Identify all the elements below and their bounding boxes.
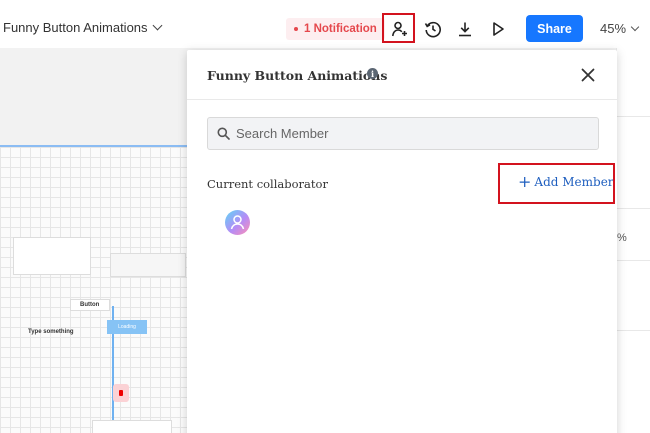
collaborator-panel: Funny Button Animations i Current collab… xyxy=(187,50,617,433)
divider xyxy=(617,260,650,261)
info-icon[interactable]: i xyxy=(367,68,378,79)
properties-strip: % xyxy=(616,48,650,433)
download-icon xyxy=(459,22,471,37)
divider xyxy=(617,116,650,117)
add-member-button[interactable]: + Add Member xyxy=(518,172,614,191)
divider xyxy=(617,208,650,209)
canvas-input-label: Type something xyxy=(28,329,74,335)
file-title-menu[interactable]: Funny Button Animations xyxy=(3,20,162,35)
canvas-record-icon[interactable] xyxy=(113,384,129,402)
panel-header: Funny Button Animations i xyxy=(187,50,617,100)
download-button[interactable] xyxy=(453,17,477,41)
add-member-label: Add Member xyxy=(534,175,614,189)
artboard-grid xyxy=(0,145,190,433)
canvas-loading-shape[interactable]: Loading xyxy=(107,320,147,334)
notification-text: 1 Notification xyxy=(304,23,377,35)
notification-badge[interactable]: 1 Notification xyxy=(286,18,385,40)
user-avatar-icon xyxy=(230,215,245,230)
add-collaborator-button[interactable] xyxy=(388,17,412,41)
close-panel-button[interactable] xyxy=(577,64,599,86)
zoom-value: 45% xyxy=(600,21,627,36)
canvas-shape[interactable] xyxy=(92,420,172,433)
divider xyxy=(617,330,650,331)
plus-icon: + xyxy=(518,172,532,191)
zoom-dropdown[interactable]: 45% xyxy=(600,21,640,36)
chevron-down-icon xyxy=(152,20,162,31)
add-user-icon xyxy=(392,21,407,37)
history-button[interactable] xyxy=(421,17,445,41)
canvas-shape[interactable] xyxy=(13,237,91,275)
member-search-input[interactable] xyxy=(236,126,576,141)
canvas-button-label: Button xyxy=(80,302,100,308)
file-title-text: Funny Button Animations xyxy=(3,20,148,35)
panel-title: Funny Button Animations xyxy=(207,68,388,83)
canvas-loading-label: Loading xyxy=(118,324,136,330)
share-button[interactable]: Share xyxy=(526,15,583,42)
preview-button[interactable] xyxy=(486,17,510,41)
search-icon xyxy=(217,127,230,140)
close-icon xyxy=(581,68,595,82)
current-collaborator-label: Current collaborator xyxy=(207,177,328,191)
member-search-box[interactable] xyxy=(207,117,599,150)
canvas-button-shape[interactable]: Button xyxy=(70,299,110,311)
history-icon xyxy=(424,21,441,38)
canvas-shape[interactable] xyxy=(110,253,186,277)
property-percent: % xyxy=(617,232,627,244)
chevron-down-icon xyxy=(630,22,640,31)
avatar[interactable] xyxy=(225,210,250,235)
play-icon xyxy=(493,22,504,36)
notification-dot-icon xyxy=(294,27,298,31)
